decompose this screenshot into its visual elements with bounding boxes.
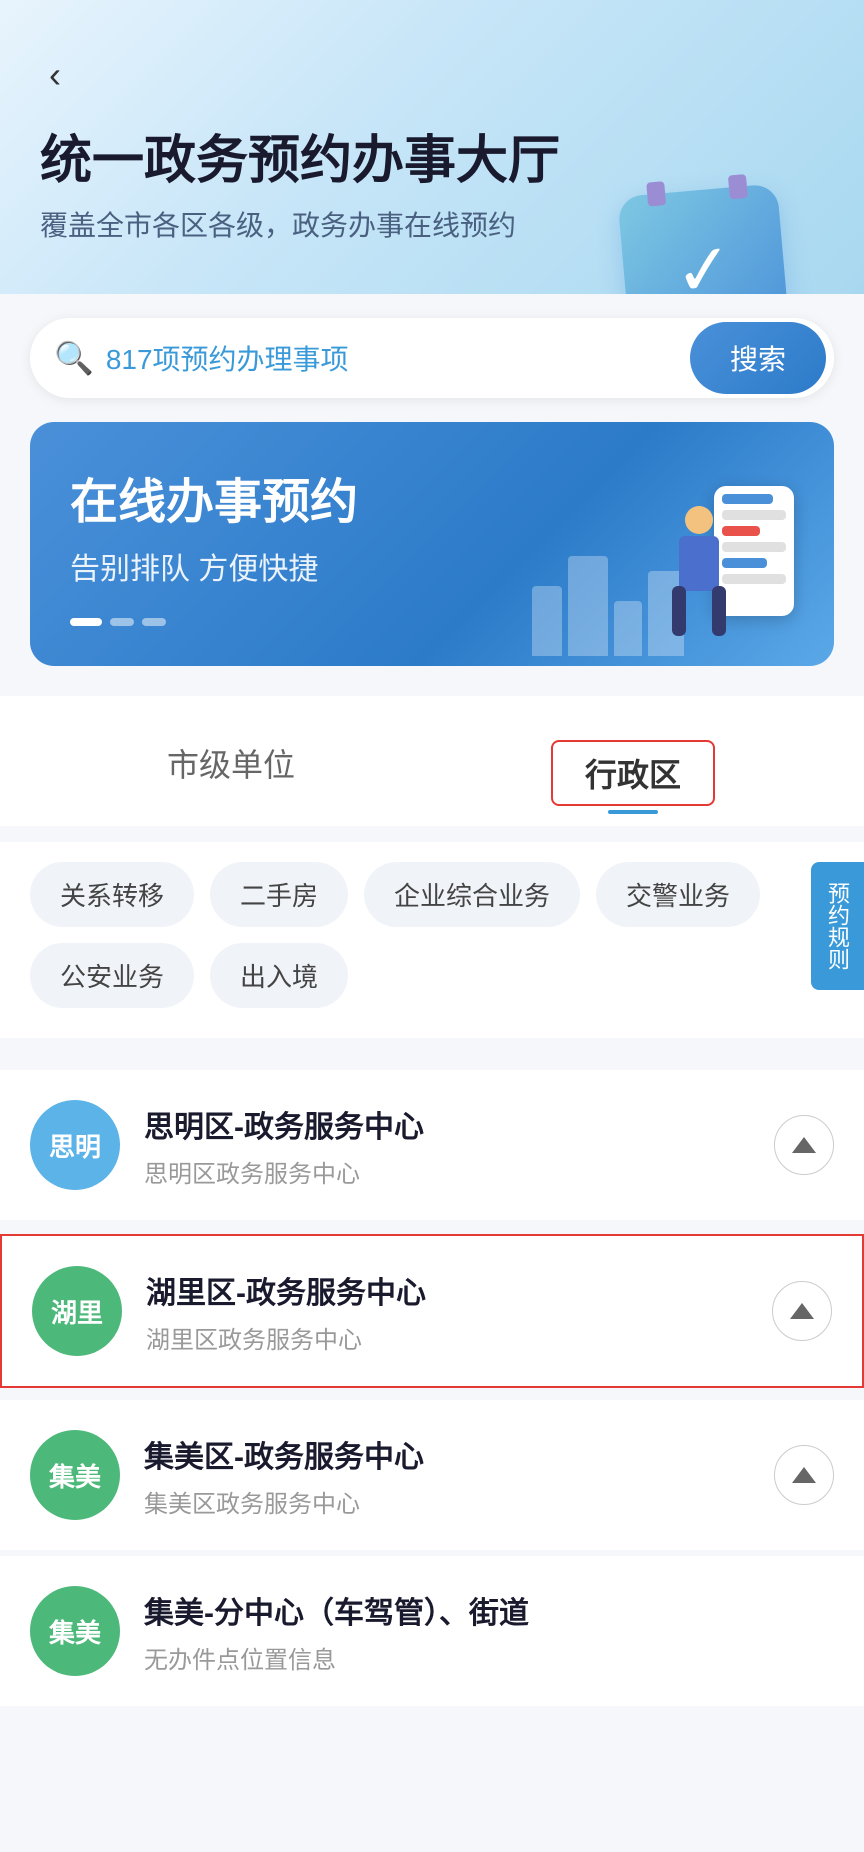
section-divider-1 [0,826,864,842]
arrow-up-icon-jimei [792,1467,816,1483]
search-section: 🔍 817项预约办理事项 搜索 [0,294,864,422]
tab-municipal[interactable]: 市级单位 [30,720,432,826]
item-subtitle-huli: 湖里区政务服务中心 [146,1320,748,1355]
item-title-siming: 思明区-政务服务中心 [144,1102,750,1146]
list-divider-1 [0,1222,864,1226]
check-icon: ✓ [671,227,737,295]
banner-section[interactable]: 在线办事预约 告别排队 方便快捷 [30,422,834,666]
hero-illustration: ✓ [624,190,824,294]
category-section: 关系转移 二手房 企业综合业务 交警业务 公安业务 出入境 [0,842,864,1038]
arrow-button-siming[interactable] [774,1115,834,1175]
avatar-jimei-branch: 集美 [30,1586,120,1676]
dot-1[interactable] [70,618,102,626]
hero-content: ✓ 统一政务预约办事大厅 覆盖全市各区各级，政务办事在线预约 [0,110,864,264]
list-section: 思明 思明区-政务服务中心 思明区政务服务中心 湖里 湖里区-政务服务中心 湖里… [0,1054,864,1724]
item-info-huli: 湖里区-政务服务中心 湖里区政务服务中心 [146,1268,748,1355]
dot-3[interactable] [142,618,166,626]
banner-person-illustration [664,466,794,666]
avatar-jimei: 集美 [30,1430,120,1520]
hero-title: 统一政务预约办事大厅 [40,130,824,192]
calendar-icon: ✓ [617,183,790,294]
dot-2[interactable] [110,618,134,626]
item-info-jimei: 集美区-政务服务中心 集美区政务服务中心 [144,1432,750,1519]
arrow-button-jimei[interactable] [774,1445,834,1505]
category-tag-public-security[interactable]: 公安业务 [30,943,194,1008]
search-placeholder[interactable]: 817项预约办理事项 [106,338,690,378]
item-title-jimei-branch: 集美-分中心（车驾管）、街道 [144,1588,834,1632]
tab-district[interactable]: 行政区 [432,720,834,826]
avatar-siming: 思明 [30,1100,120,1190]
item-subtitle-siming: 思明区政务服务中心 [144,1154,750,1189]
list-item-jimei[interactable]: 集美 集美区-政务服务中心 集美区政务服务中心 [0,1400,864,1550]
arrow-up-icon [792,1137,816,1153]
item-subtitle-jimei: 集美区政务服务中心 [144,1484,750,1519]
section-divider-2 [0,1038,864,1054]
category-tag-traffic-police[interactable]: 交警业务 [596,862,760,927]
nav-bar: ‹ [0,0,864,110]
side-float-button[interactable]: 预约规则 [811,862,864,990]
category-tag-second-hand-house[interactable]: 二手房 [210,862,348,927]
list-item-jimei-branch[interactable]: 集美 集美-分中心（车驾管）、街道 无办件点位置信息 [0,1556,864,1706]
avatar-huli: 湖里 [32,1266,122,1356]
category-tag-enterprise-business[interactable]: 企业综合业务 [364,862,580,927]
list-item-siming[interactable]: 思明 思明区-政务服务中心 思明区政务服务中心 [0,1070,864,1220]
buildings-illustration [532,556,684,656]
list-item-huli[interactable]: 湖里 湖里区-政务服务中心 湖里区政务服务中心 [0,1234,864,1388]
arrow-up-icon-huli [790,1303,814,1319]
item-subtitle-jimei-branch: 无办件点位置信息 [144,1640,834,1675]
item-info-siming: 思明区-政务服务中心 思明区政务服务中心 [144,1102,750,1189]
tab-district-label: 行政区 [585,757,681,793]
tabs-section: 市级单位 行政区 [0,696,864,826]
category-tag-relation-transfer[interactable]: 关系转移 [30,862,194,927]
item-title-huli: 湖里区-政务服务中心 [146,1268,748,1312]
category-tag-entry-exit[interactable]: 出入境 [210,943,348,1008]
arrow-button-huli[interactable] [772,1281,832,1341]
search-button[interactable]: 搜索 [690,322,826,394]
search-bar: 🔍 817项预约办理事项 搜索 [30,318,834,398]
item-info-jimei-branch: 集美-分中心（车驾管）、街道 无办件点位置信息 [144,1588,834,1675]
item-title-jimei: 集美区-政务服务中心 [144,1432,750,1476]
search-icon: 🔍 [54,339,94,377]
back-button[interactable]: ‹ [30,50,80,100]
hero-section: ‹ ✓ 统一政务预约办事大厅 覆盖全市各区各级，政务办事在线预约 [0,0,864,294]
